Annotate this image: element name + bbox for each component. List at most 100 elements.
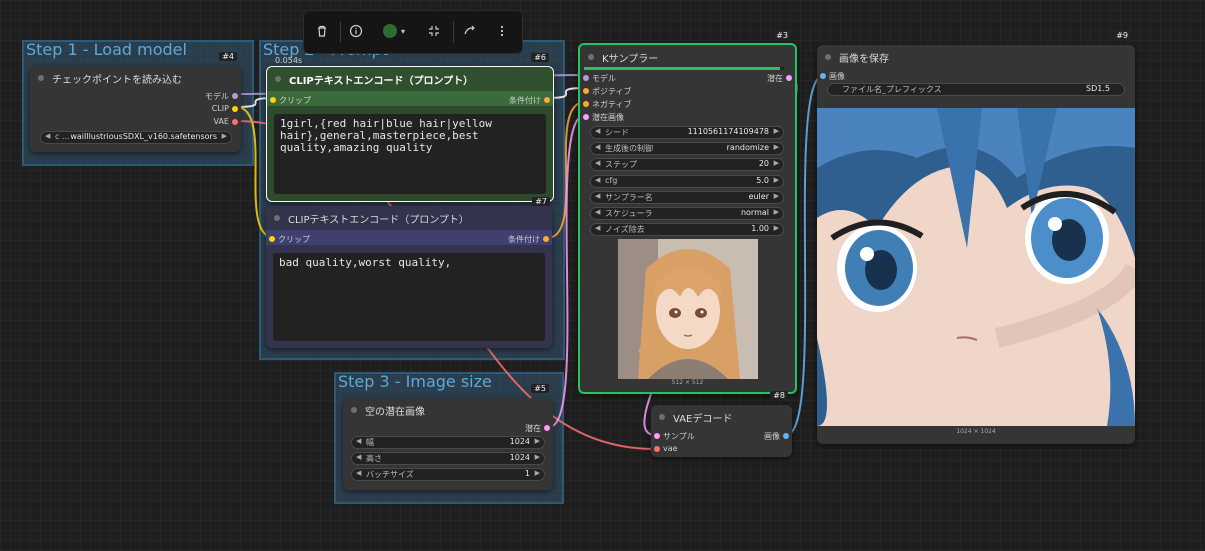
control-after-generate-widget[interactable]: ◀ 生成後の制御 randomize ▶ [590,142,784,155]
node-vae-decode[interactable]: #8 VAEデコード サンプル vae 画像 [651,391,792,457]
arrow-left-icon[interactable]: ◀ [595,143,600,151]
node-status-dot [588,54,594,60]
node-clip-positive[interactable]: #6 0.054s CLIPテキストエンコード（プロンプト） クリップ 条件付け… [266,53,554,202]
prompt-textarea[interactable]: 1girl,{red hair|blue hair|yellow hair},g… [274,114,546,194]
node-header[interactable]: CLIPテキストエンコード（プロンプト） [266,206,552,230]
arrow-right-icon[interactable]: ▶ [222,132,227,140]
slot-dot[interactable] [786,75,792,81]
node-header[interactable]: 画像を保存 [817,45,1135,69]
arrow-right-icon[interactable]: ▶ [535,469,540,477]
slot-dot[interactable] [783,433,789,439]
node-checkpoint-loader[interactable]: #4 チェックポイントを読み込む モデル CLIP VAE ◀ c ... wa… [30,52,241,152]
ckpt-name-select[interactable]: ◀ c ... waiIllustriousSDXL_v160.safetens… [40,131,232,144]
scheduler-widget[interactable]: ◀ スケジューラ normal ▶ [590,207,784,220]
output-clip[interactable]: CLIP [212,104,238,113]
arrow-left-icon[interactable]: ◀ [595,127,600,135]
input-positive[interactable]: ポジティブ [583,86,632,97]
input-model[interactable]: モデル [583,73,616,84]
input-negative[interactable]: ネガティブ [583,99,632,110]
slot-dot[interactable] [654,433,660,439]
output-latent[interactable]: 潜在 [525,423,550,434]
arrow-left-icon[interactable]: ◀ [595,224,600,232]
node-status-dot [659,414,665,420]
info-icon[interactable] [344,19,368,43]
arrow-left-icon[interactable]: ◀ [595,159,600,167]
arrow-right-icon[interactable]: ▶ [774,208,779,216]
node-header[interactable]: Kサンプラー [580,45,795,69]
slot-label: 条件付け [508,235,540,244]
batch-size-widget[interactable]: ◀ バッチサイズ 1 ▶ [351,468,545,481]
prompt-textarea[interactable]: bad quality,worst quality, [273,253,545,341]
arrow-left-icon[interactable]: ◀ [356,437,361,445]
arrow-right-icon[interactable]: ▶ [774,192,779,200]
input-images[interactable]: 画像 [820,71,845,82]
output-vae[interactable]: VAE [213,117,238,126]
chevron-down-icon: ▾ [400,26,405,36]
arrow-left-icon[interactable]: ◀ [356,469,361,477]
arrow-right-icon[interactable]: ▶ [774,176,779,184]
arrow-left-icon[interactable]: ◀ [595,176,600,184]
slot-dot[interactable] [232,119,238,125]
delete-icon[interactable] [310,19,334,43]
node-header[interactable]: CLIPテキストエンコード（プロンプト） [267,67,553,91]
input-clip[interactable]: クリップ [269,234,310,245]
input-samples[interactable]: サンプル [654,431,695,442]
slot-dot[interactable] [270,97,276,103]
node-id-badge: #9 [1113,31,1131,40]
steps-widget[interactable]: ◀ ステップ 20 ▶ [590,158,784,171]
sampler-name-widget[interactable]: ◀ サンプラー名 euler ▶ [590,191,784,204]
arrow-right-icon[interactable]: ▶ [774,127,779,135]
slot-dot[interactable] [583,101,589,107]
node-id-badge: #4 [219,52,237,61]
cfg-widget[interactable]: ◀ cfg 5.0 ▶ [590,175,784,188]
slot-dot[interactable] [544,425,550,431]
output-image[interactable] [817,108,1135,426]
output-latent[interactable]: 潜在 [767,73,792,84]
slot-dot[interactable] [232,106,238,112]
input-clip[interactable]: クリップ [270,95,311,106]
collapse-icon[interactable] [422,19,446,43]
node-empty-latent[interactable]: #5 空の潜在画像 潜在 ◀ 幅 1024 ▶ ◀ 高さ 1024 ▶ ◀ バッ… [343,384,553,490]
slot-dot[interactable] [583,88,589,94]
arrow-left-icon[interactable]: ◀ [595,192,600,200]
arrow-right-icon[interactable]: ▶ [774,143,779,151]
node-save-image[interactable]: #9 画像を保存 画像 ファイル名_プレフィックス SD1.5 1024 × 1… [817,31,1135,444]
height-widget[interactable]: ◀ 高さ 1024 ▶ [351,452,545,465]
more-icon[interactable] [490,19,514,43]
slot-dot[interactable] [269,236,275,242]
preview-image[interactable] [618,239,758,379]
node-header[interactable]: チェックポイントを読み込む [30,66,241,90]
arrow-right-icon[interactable]: ▶ [774,159,779,167]
seed-widget[interactable]: ◀ シード 1110561174109478 ▶ [590,126,784,139]
output-conditioning[interactable]: 条件付け [508,234,549,245]
slot-dot[interactable] [544,97,550,103]
arrow-left-icon[interactable]: ◀ [356,453,361,461]
color-picker-button[interactable]: ▾ [376,19,412,43]
arrow-right-icon[interactable]: ▶ [535,453,540,461]
output-conditioning[interactable]: 条件付け [509,95,550,106]
slot-dot[interactable] [232,93,238,99]
arrow-right-icon[interactable]: ▶ [774,224,779,232]
slot-dot[interactable] [583,75,589,81]
slot-dot[interactable] [543,236,549,242]
slot-dot[interactable] [654,446,660,452]
node-clip-negative[interactable]: #7 CLIPテキストエンコード（プロンプト） クリップ 条件付け bad qu… [266,197,552,348]
width-widget[interactable]: ◀ 幅 1024 ▶ [351,436,545,449]
node-ksampler[interactable]: #3 Kサンプラー モデル 潜在 ポジティブ ネガティブ 潜在画像 ◀ シード … [578,31,797,394]
node-header[interactable]: VAEデコード [651,405,792,429]
output-model[interactable]: モデル [205,91,238,102]
bypass-icon[interactable] [458,19,482,43]
input-vae[interactable]: vae [654,444,678,453]
arrow-right-icon[interactable]: ▶ [535,437,540,445]
slot-dot[interactable] [583,114,589,120]
slot-dot[interactable] [820,73,826,79]
input-latent[interactable]: 潜在画像 [583,112,624,123]
slot-label: クリップ [278,235,310,244]
slot-label: VAE [213,117,230,126]
filename-prefix-input[interactable]: ファイル名_プレフィックス SD1.5 [827,83,1125,96]
denoise-widget[interactable]: ◀ ノイズ除去 1.00 ▶ [590,223,784,236]
node-header[interactable]: 空の潜在画像 [343,398,553,422]
output-image[interactable]: 画像 [764,431,789,442]
arrow-left-icon[interactable]: ◀ [595,208,600,216]
arrow-left-icon[interactable]: ◀ [45,132,50,140]
